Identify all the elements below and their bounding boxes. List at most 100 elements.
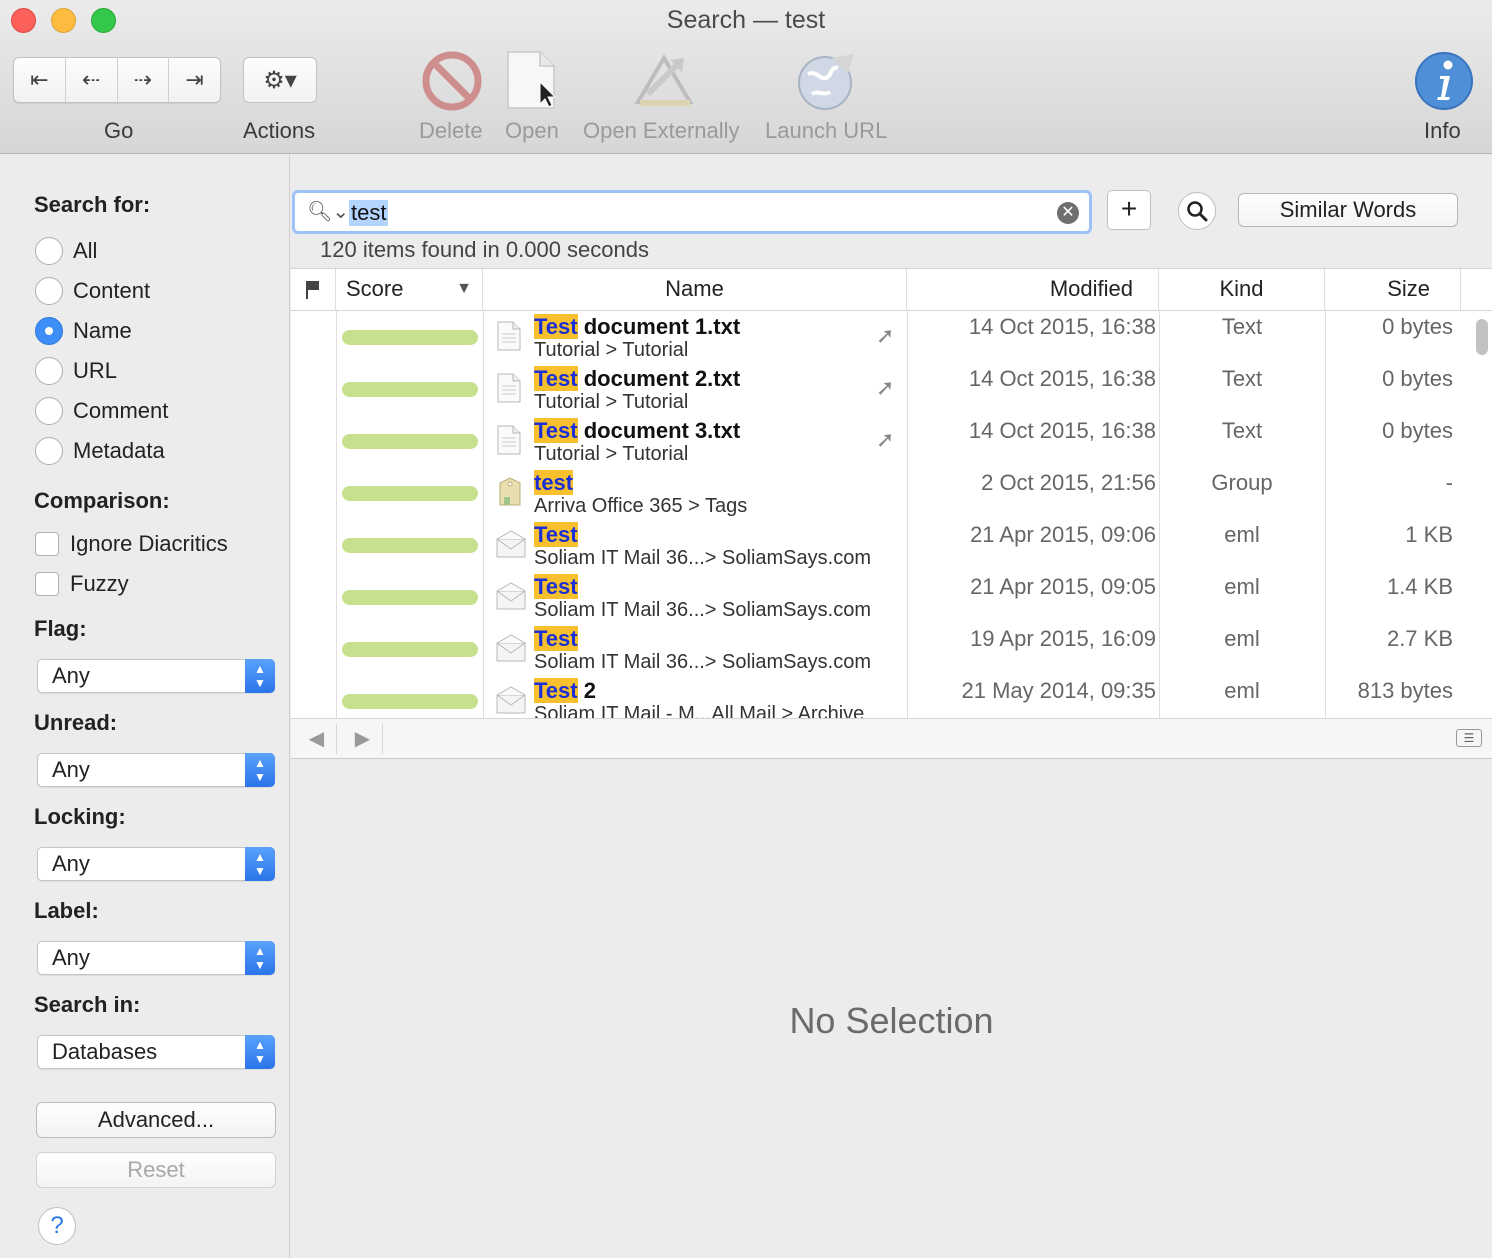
flag-title: Flag: [34,616,87,641]
go-back-button[interactable]: ⇠ [66,58,118,102]
actions-label: Actions [243,118,316,143]
radio-button[interactable] [35,237,63,265]
updown-chevron-icon: ▲ ▼ [245,941,275,975]
table-row[interactable]: test Arriva Office 365 > Tags 2 Oct 2015, … [291,467,1492,519]
vertical-scrollbar[interactable] [1476,319,1488,355]
radio-content[interactable]: Content [35,277,150,305]
modified-cell: 21 May 2014, 09:35 [961,678,1156,703]
go-forward-icon: ⇢ [133,67,153,92]
search-input[interactable]: 🔍︎⌄ test ✕ [292,190,1092,234]
table-row[interactable]: Test Soliam IT Mail 36...> SoliamSays.com… [291,623,1492,675]
search-query-text[interactable]: test [349,200,389,226]
delete-icon[interactable] [421,50,483,112]
search-icon[interactable]: 🔍︎⌄ [307,199,349,224]
modified-cell: 14 Oct 2015, 16:38 [968,418,1156,443]
similar-words-button[interactable]: Similar Words [1238,193,1458,227]
open-document-icon[interactable] [502,50,564,112]
radio-button-selected[interactable] [35,317,63,345]
next-arrow-icon[interactable]: ▶ [343,724,383,754]
item-location: Tutorial > Tutorial [534,391,689,413]
kind-cell: Text [1221,418,1263,443]
advanced-button[interactable]: Advanced... [36,1102,276,1138]
score-bar [342,330,478,345]
checkbox[interactable] [35,572,59,596]
go-last-button[interactable]: ⇥ [169,58,220,102]
label-popup[interactable]: Any ▲ ▼ [37,941,275,975]
radio-comment[interactable]: Comment [35,397,168,425]
item-name-rest: 2 [577,678,596,703]
reset-button[interactable]: Reset [36,1152,276,1188]
table-row[interactable]: Test document 3.txt Tutorial > Tutorial ➚ 1… [291,415,1492,467]
gear-icon: ⚙▾ [263,66,297,94]
search-in-popup[interactable]: Databases ▲ ▼ [37,1035,275,1069]
clear-search-icon[interactable]: ✕ [1057,202,1079,224]
radio-button[interactable] [35,277,63,305]
actions-button[interactable]: ⚙▾ [243,57,317,103]
radio-label: Metadata [73,438,165,463]
score-column-header[interactable]: Score ▼ [336,269,483,311]
item-location: Soliam IT Mail - M...All Mail > Archive [534,703,865,718]
globe-icon[interactable] [796,50,858,112]
radio-button[interactable] [35,397,63,425]
score-bar [342,694,478,709]
locking-popup[interactable]: Any ▲ ▼ [37,847,275,881]
size-cell: 0 bytes [1382,366,1453,391]
score-bar [342,382,478,397]
radio-url[interactable]: URL [35,357,117,385]
search-match-highlight: Test [534,678,578,703]
flag-popup[interactable]: Any ▲ ▼ [37,659,275,693]
sort-descending-icon: ▼ [456,280,472,297]
search-button[interactable] [1178,192,1216,230]
radio-all[interactable]: All [35,237,97,265]
popup-value: Any [52,663,90,688]
table-row[interactable]: Test Soliam IT Mail 36...> SoliamSays.com… [291,519,1492,571]
open-externally-icon[interactable] [634,50,696,112]
table-row[interactable]: Test document 1.txt Tutorial > Tutorial ➚ 1… [291,311,1492,363]
search-for-title: Search for: [34,192,151,217]
list-view-icon[interactable]: ☰ [1456,729,1482,747]
modified-column-header[interactable]: Modified [907,269,1159,311]
updown-chevron-icon: ▲ ▼ [245,847,275,881]
item-name-rest: document 1.txt [577,314,741,339]
size-cell: 1.4 KB [1386,574,1453,599]
radio-name[interactable]: Name [35,317,132,345]
go-first-icon: ⇤ [30,67,49,92]
radio-button[interactable] [35,437,63,465]
email-icon [496,633,526,663]
ignore-diacritics-checkbox[interactable]: Ignore Diacritics [35,531,228,557]
table-row[interactable]: Test Soliam IT Mail 36...> SoliamSays.com… [291,571,1492,623]
fuzzy-checkbox[interactable]: Fuzzy [35,571,129,597]
window-toolbar: Search — test ⇤ ⇠ ⇢ ⇥ Go ⚙▾ Actions Dele… [0,0,1492,154]
size-cell: 813 bytes [1357,678,1453,703]
table-row[interactable]: Test document 2.txt Tutorial > Tutorial ➚ 1… [291,363,1492,415]
help-button[interactable]: ? [38,1207,76,1245]
name-column-header[interactable]: Name [483,269,907,311]
email-icon [496,685,526,715]
previous-arrow-icon[interactable]: ◀ [297,724,337,754]
radio-button[interactable] [35,357,63,385]
unread-popup[interactable]: Any ▲ ▼ [37,753,275,787]
search-match-highlight: Test [534,522,578,547]
item-name: Test document 3.txt [534,418,740,444]
search-in-title: Search in: [34,992,141,1017]
flag-column-header[interactable] [291,269,336,311]
info-icon[interactable] [1413,50,1475,112]
size-column-header[interactable]: Size [1325,269,1461,311]
item-name: Test 2 [534,678,596,704]
unread-title: Unread: [34,710,118,735]
item-name: Test [534,574,578,600]
email-icon [496,529,526,559]
kind-cell: Group [1211,470,1273,495]
size-cell: - [1445,470,1453,495]
checkbox[interactable] [35,532,59,556]
go-first-button[interactable]: ⇤ [14,58,66,102]
table-header: Score ▼ Name Modified Kind Size [291,269,1492,311]
text-document-icon [496,373,522,403]
kind-column-header[interactable]: Kind [1159,269,1325,311]
score-bar [342,434,478,449]
item-name: Test [534,522,578,548]
radio-metadata[interactable]: Metadata [35,437,165,465]
go-forward-button[interactable]: ⇢ [118,58,170,102]
add-search-button[interactable]: + [1107,190,1151,230]
table-row[interactable]: Test 2 Soliam IT Mail - M...All Mail > Ar… [291,675,1492,718]
